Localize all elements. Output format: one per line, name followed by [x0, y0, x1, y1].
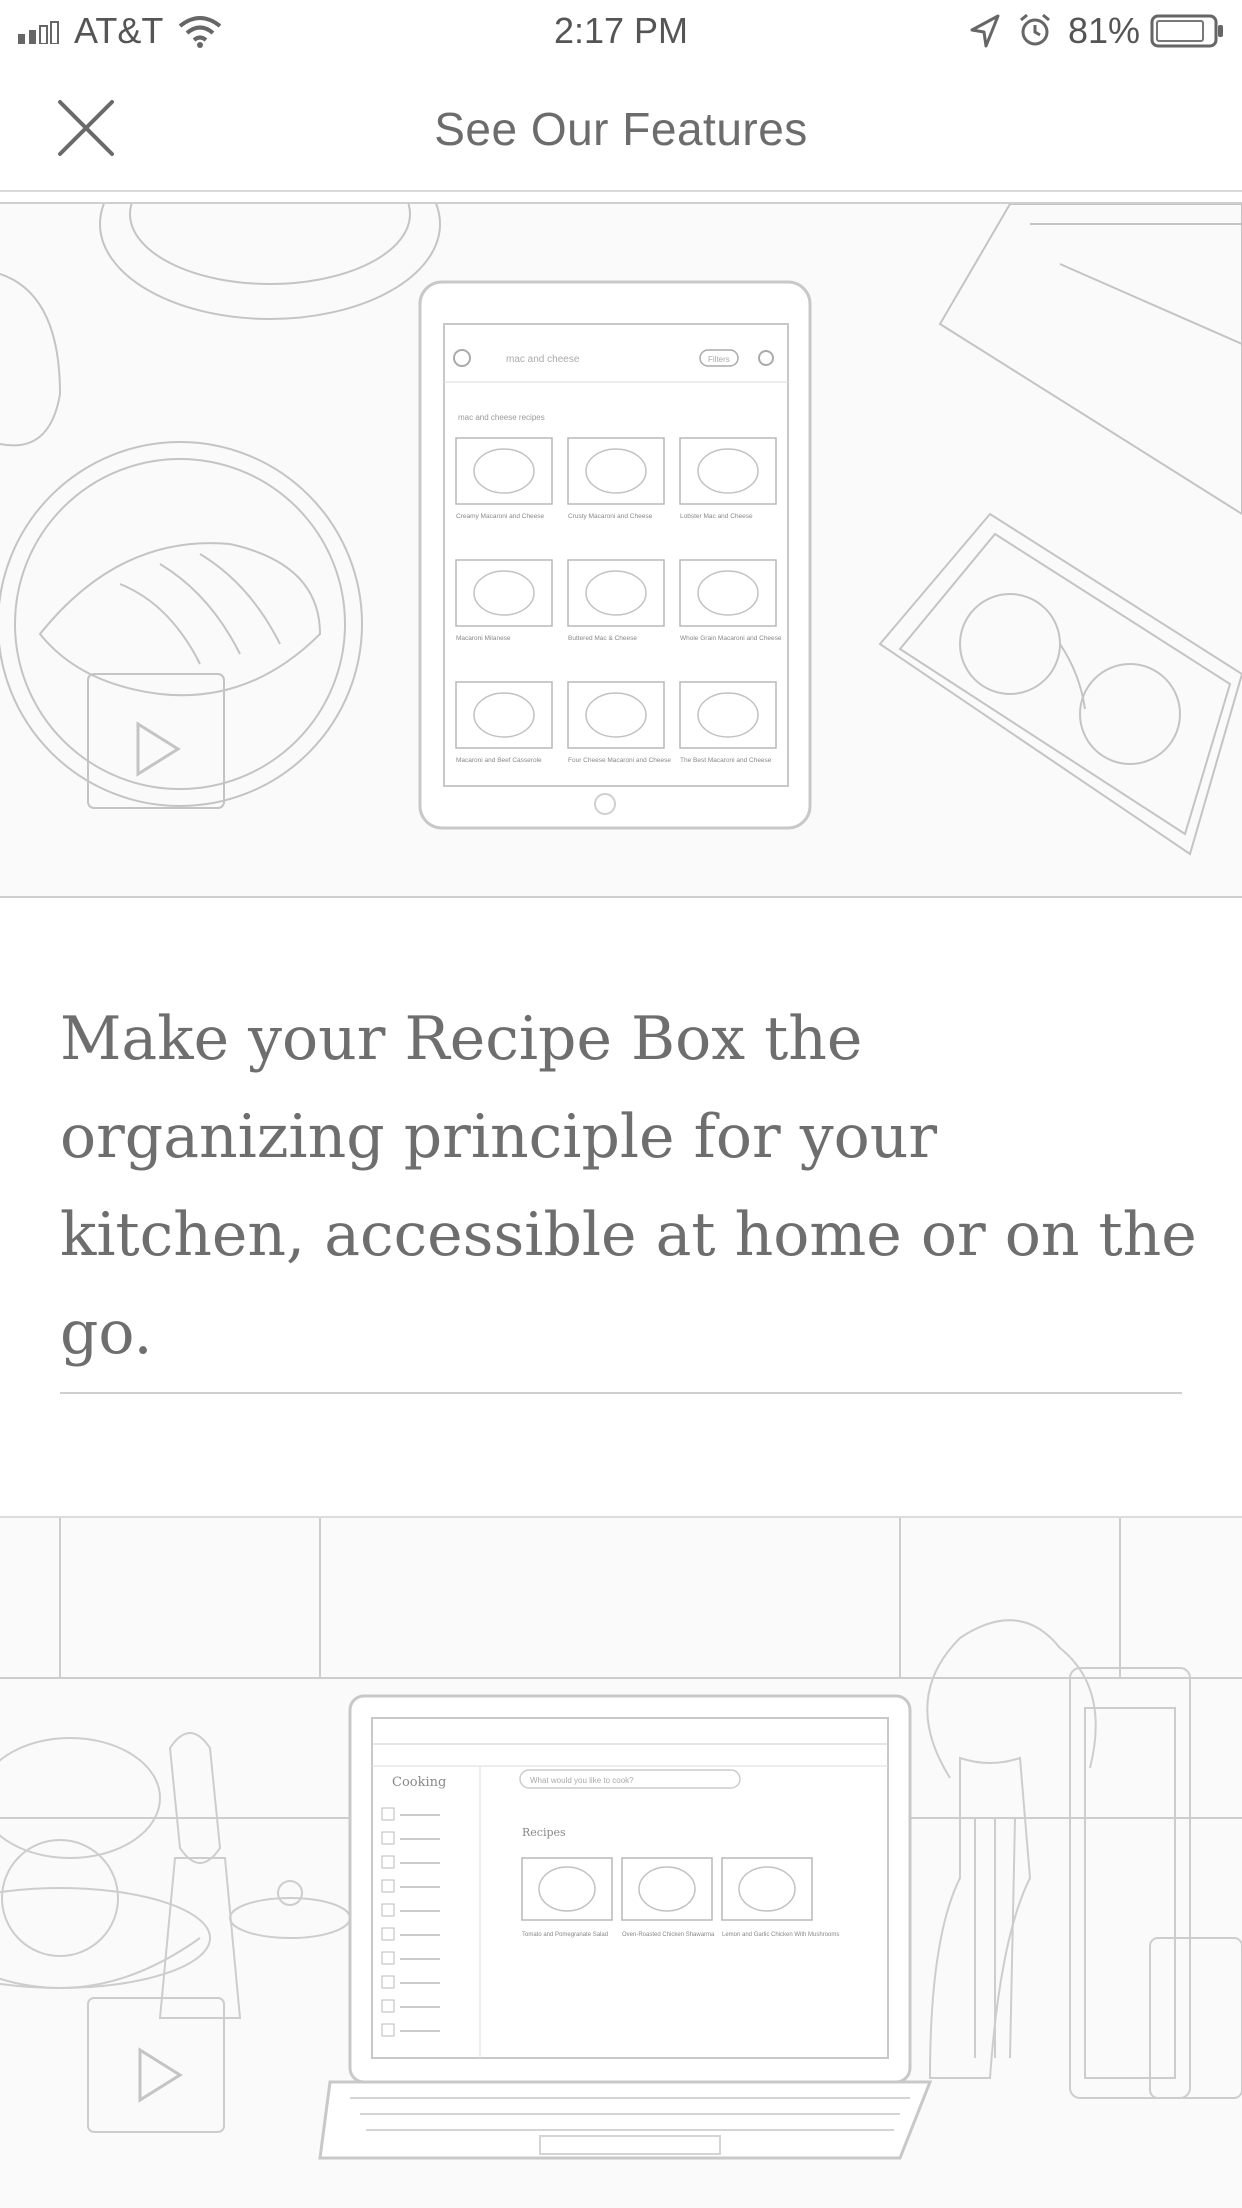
tablet-scene-illustration: mac and cheese Filters mac and cheese re… — [0, 204, 1242, 856]
tablet-device — [418, 280, 812, 830]
laptop-brand: Cooking — [392, 1775, 446, 1790]
nav-bar: See Our Features — [0, 62, 1242, 192]
feature-description: Make your Recipe Box the organizing prin… — [60, 1004, 1197, 1368]
tablet-recipe-title: The Best Macaroni and Cheese — [680, 757, 772, 764]
laptop-recipe-title: Oven-Roasted Chicken Shawarma — [622, 1932, 715, 1938]
battery-icon — [1150, 14, 1223, 48]
section-divider — [60, 1392, 1182, 1394]
tablet-feature-image: mac and cheese Filters mac and cheese re… — [0, 202, 1242, 898]
page-title: See Our Features — [434, 103, 808, 155]
laptop-section-title: Recipes — [522, 1826, 566, 1839]
tablet-recipe-title: Creamy Macaroni and Cheese — [456, 513, 545, 520]
tablet-results-label: mac and cheese recipes — [458, 413, 545, 422]
tablet-recipe-title: Crusty Macaroni and Cheese — [568, 513, 653, 520]
clock: 2:17 PM — [553, 10, 689, 51]
laptop-scene-illustration: Cooking What would you like to cook? Rec… — [0, 1518, 1242, 2160]
laptop-feature-image: Cooking What would you like to cook? Rec… — [0, 1516, 1242, 2208]
alarm-icon — [1020, 13, 1050, 46]
tablet-recipe-title: Macaroni Milanese — [456, 635, 511, 642]
tablet-recipe-title: Lobster Mac and Cheese — [680, 513, 753, 520]
laptop-search-placeholder: What would you like to cook? — [530, 1776, 634, 1785]
tablet-filter-label: Filters — [708, 355, 730, 364]
tablet-search-text: mac and cheese — [506, 354, 580, 365]
location-arrow-icon — [970, 14, 1000, 48]
tablet-recipe-title: Buttered Mac & Cheese — [568, 635, 637, 642]
tablet-recipe-title: Whole Grain Macaroni and Cheese — [680, 635, 782, 642]
laptop-recipe-title: Lemon and Garlic Chicken With Mushrooms — [722, 1932, 839, 1938]
laptop-device — [318, 1694, 933, 2160]
status-bar: AT&T 2:17 PM 81% — [0, 0, 1242, 62]
tablet-recipe-title: Macaroni and Beef Casserole — [456, 757, 542, 764]
tablet-recipe-title: Four Cheese Macaroni and Cheese — [568, 757, 671, 764]
battery-percent: 81% — [1068, 10, 1141, 51]
laptop-recipe-title: Tomato and Pomegranate Salad — [522, 1932, 608, 1938]
